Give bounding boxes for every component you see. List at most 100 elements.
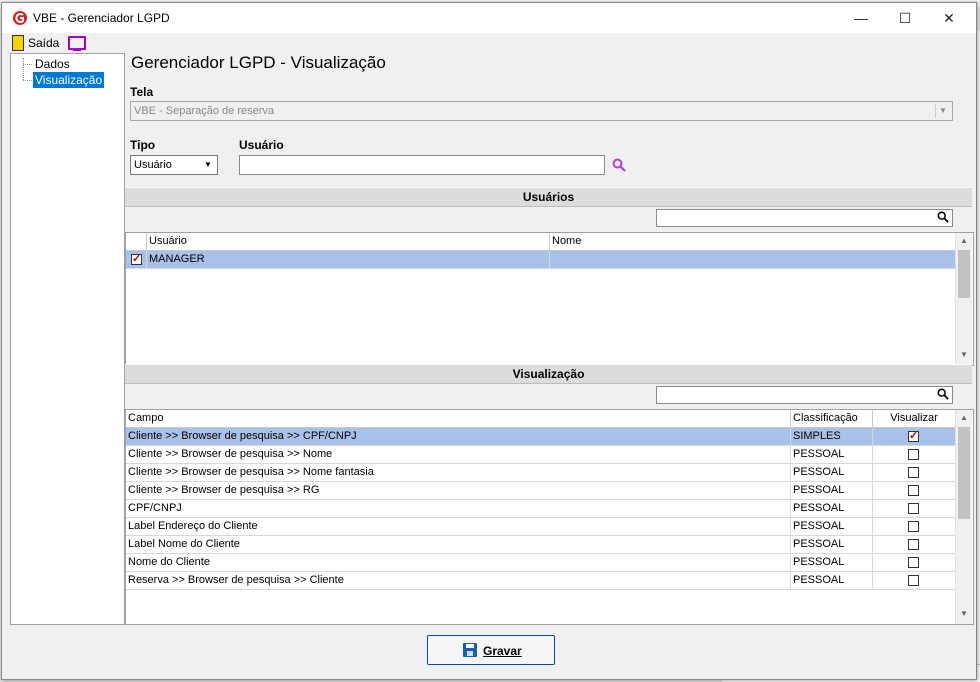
cell-visualizar [873,464,955,481]
tree-connector [23,64,32,65]
cell-visualizar [873,500,955,517]
cell-visualizar [873,554,955,571]
usuarios-scrollbar[interactable]: ▲ ▼ [955,233,972,365]
column-header-visualizar[interactable]: Visualizar [873,410,955,427]
tree-item-dados[interactable]: Dados [33,56,72,72]
cell-campo: Label Nome do Cliente [126,536,791,553]
cell-classificacao: PESSOAL [791,536,873,553]
scroll-up-icon[interactable]: ▲ [956,410,972,426]
cell-classificacao: PESSOAL [791,554,873,571]
column-header-usuario[interactable]: Usuário [147,233,550,250]
table-row[interactable]: Label Nome do Cliente PESSOAL [126,536,955,554]
cell-campo: Label Endereço do Cliente [126,518,791,535]
usuarios-search-input[interactable] [656,209,953,227]
chevron-down-icon[interactable]: ▼ [201,158,215,172]
table-row[interactable]: Reserva >> Browser de pesquisa >> Client… [126,572,955,590]
table-row[interactable]: Nome do Cliente PESSOAL [126,554,955,572]
visualizacao-scrollbar[interactable]: ▲ ▼ [955,410,972,624]
exit-button[interactable]: Saída [28,36,59,50]
cell-visualizar [873,428,955,445]
table-row[interactable]: Cliente >> Browser de pesquisa >> Nome f… [126,464,955,482]
usuario-search-icon[interactable] [612,158,626,172]
table-row[interactable]: CPF/CNPJ PESSOAL [126,500,955,518]
tipo-select[interactable]: Usuário ▼ [130,155,218,175]
table-row[interactable]: MANAGER [126,251,955,269]
title-bar: VBE - Gerenciador LGPD — ☐ ✕ [2,3,976,33]
column-header-nome[interactable]: Nome [550,233,955,250]
toolbar: Saída [2,33,976,53]
search-icon[interactable] [937,211,949,223]
visualizar-checkbox[interactable] [908,503,919,514]
visualizar-checkbox[interactable] [908,521,919,532]
visualizar-checkbox[interactable] [908,467,919,478]
table-row[interactable]: Cliente >> Browser de pesquisa >> RG PESS… [126,482,955,500]
visualizar-checkbox[interactable] [908,575,919,586]
monitor-icon[interactable] [68,36,86,51]
tela-combo[interactable]: VBE - Separação de reserva ▼ [130,101,953,121]
cell-classificacao: PESSOAL [791,518,873,535]
visualizar-checkbox[interactable] [908,557,919,568]
minimize-button[interactable]: — [838,3,884,33]
scroll-down-icon[interactable]: ▼ [956,606,972,622]
cell-usuario: MANAGER [147,251,550,268]
scroll-up-icon[interactable]: ▲ [956,233,972,249]
tipo-label: Tipo [130,138,156,152]
cell-classificacao: PESSOAL [791,572,873,589]
cell-campo: CPF/CNPJ [126,500,791,517]
search-icon[interactable] [937,388,949,400]
scroll-thumb[interactable] [958,250,970,298]
visualizar-checkbox[interactable] [908,539,919,550]
usuario-label: Usuário [239,138,284,152]
table-row[interactable]: Cliente >> Browser de pesquisa >> CPF/CN… [126,428,955,446]
cell-nome [550,251,955,268]
chevron-down-icon[interactable]: ▼ [935,104,950,118]
row-checkbox[interactable] [131,251,142,268]
visualizacao-search-input[interactable] [656,386,953,404]
cell-visualizar [873,572,955,589]
cell-visualizar [873,518,955,535]
scroll-down-icon[interactable]: ▼ [956,347,972,363]
page-title: Gerenciador LGPD - Visualização [131,53,386,72]
column-header-classificacao[interactable]: Classificação [791,410,873,427]
cell-visualizar [873,482,955,499]
cell-campo: Cliente >> Browser de pesquisa >> RG [126,482,791,499]
cell-visualizar [873,536,955,553]
app-logo-icon [13,11,27,25]
tree-item-visualizacao[interactable]: Visualização [31,71,106,89]
cell-visualizar [873,446,955,463]
table-row[interactable]: Label Endereço do Cliente PESSOAL [126,518,955,536]
scroll-thumb[interactable] [958,427,970,519]
tipo-select-value: Usuário [134,159,172,171]
cell-classificacao: SIMPLES [791,428,873,445]
lgpd-window: VBE - Gerenciador LGPD — ☐ ✕ Saída Dados… [1,2,977,680]
cell-campo: Cliente >> Browser de pesquisa >> Nome f… [126,464,791,481]
cell-classificacao: PESSOAL [791,464,873,481]
cell-campo: Cliente >> Browser de pesquisa >> CPF/CN… [126,428,791,445]
visualizar-checkbox[interactable] [908,449,919,460]
exit-door-icon[interactable] [12,35,24,51]
maximize-button[interactable]: ☐ [882,3,928,33]
save-button[interactable]: Gravar [427,635,555,665]
visualizacao-section-header: Visualização [125,364,972,384]
cell-campo: Cliente >> Browser de pesquisa >> Nome [126,446,791,463]
window-title: VBE - Gerenciador LGPD [33,11,170,25]
usuarios-grid-header: Usuário Nome [126,233,955,251]
floppy-disk-icon [463,643,477,657]
column-header-campo[interactable]: Campo [126,410,791,427]
tela-combo-value: VBE - Separação de reserva [134,105,275,117]
visualizacao-grid-header: Campo Classificação Visualizar [126,410,955,428]
usuarios-section-header: Usuários [125,187,972,207]
visualizacao-grid: Campo Classificação Visualizar Cliente >… [125,409,974,625]
table-row[interactable]: Cliente >> Browser de pesquisa >> Nome PE… [126,446,955,464]
visualizar-checkbox[interactable] [908,485,919,496]
navigation-tree: Dados Visualização [10,53,125,625]
tree-connector [23,58,24,80]
cell-campo: Reserva >> Browser de pesquisa >> Client… [126,572,791,589]
close-button[interactable]: ✕ [926,3,972,33]
visualizar-checkbox[interactable] [908,428,919,445]
usuario-input[interactable] [239,155,605,175]
tree-connector [23,80,32,81]
cell-campo: Nome do Cliente [126,554,791,571]
cell-classificacao: PESSOAL [791,500,873,517]
tela-label: Tela [130,85,154,99]
